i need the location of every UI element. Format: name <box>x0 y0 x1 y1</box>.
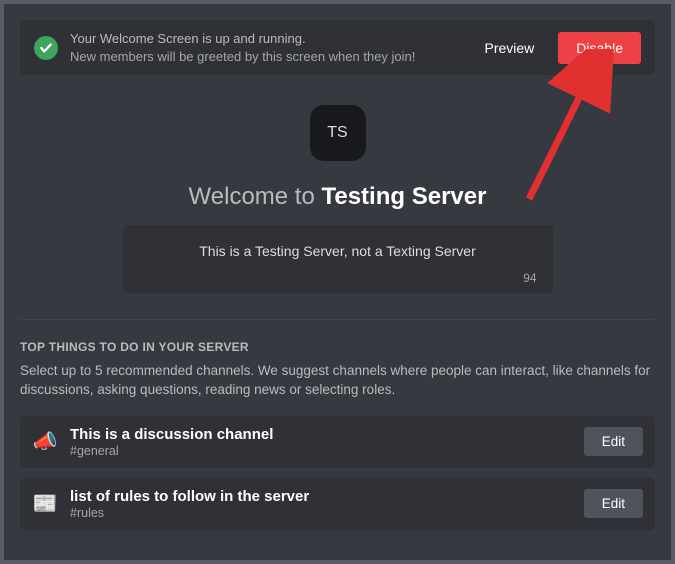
channel-list: 📣 This is a discussion channel #general … <box>20 416 655 530</box>
notice-line2: New members will be greeted by this scre… <box>70 48 461 66</box>
channel-item[interactable]: 📰 list of rules to follow in the server … <box>20 478 655 530</box>
preview-button[interactable]: Preview <box>473 32 547 64</box>
server-name: Testing Server <box>321 183 486 210</box>
channel-text: This is a discussion channel #general <box>70 426 572 458</box>
channel-text: list of rules to follow in the server #r… <box>70 488 572 520</box>
char-count: 94 <box>139 271 537 285</box>
welcome-hero: TS Welcome to Testing Server This is a T… <box>20 105 655 293</box>
welcome-status-notice: Your Welcome Screen is up and running. N… <box>20 20 655 75</box>
divider <box>20 319 655 320</box>
notice-text: Your Welcome Screen is up and running. N… <box>70 30 461 65</box>
channel-title: list of rules to follow in the server <box>70 488 572 505</box>
section-description: Select up to 5 recommended channels. We … <box>20 362 655 400</box>
welcome-prefix: Welcome to <box>189 183 322 210</box>
section-title: TOP THINGS TO DO IN YOUR SERVER <box>20 340 655 354</box>
megaphone-icon: 📣 <box>32 429 58 454</box>
description-text: This is a Testing Server, not a Texting … <box>139 243 537 271</box>
channel-item[interactable]: 📣 This is a discussion channel #general … <box>20 416 655 468</box>
newspaper-icon: 📰 <box>32 491 58 516</box>
edit-button[interactable]: Edit <box>584 489 643 518</box>
check-icon <box>34 36 58 60</box>
welcome-title: Welcome to Testing Server <box>189 183 487 211</box>
channel-title: This is a discussion channel <box>70 426 572 443</box>
channel-sub: #general <box>70 444 572 458</box>
edit-button[interactable]: Edit <box>584 427 643 456</box>
disable-button[interactable]: Disable <box>558 32 641 64</box>
notice-line1: Your Welcome Screen is up and running. <box>70 30 461 48</box>
description-input[interactable]: This is a Testing Server, not a Texting … <box>123 225 553 293</box>
channel-sub: #rules <box>70 506 572 520</box>
server-icon: TS <box>310 105 366 161</box>
